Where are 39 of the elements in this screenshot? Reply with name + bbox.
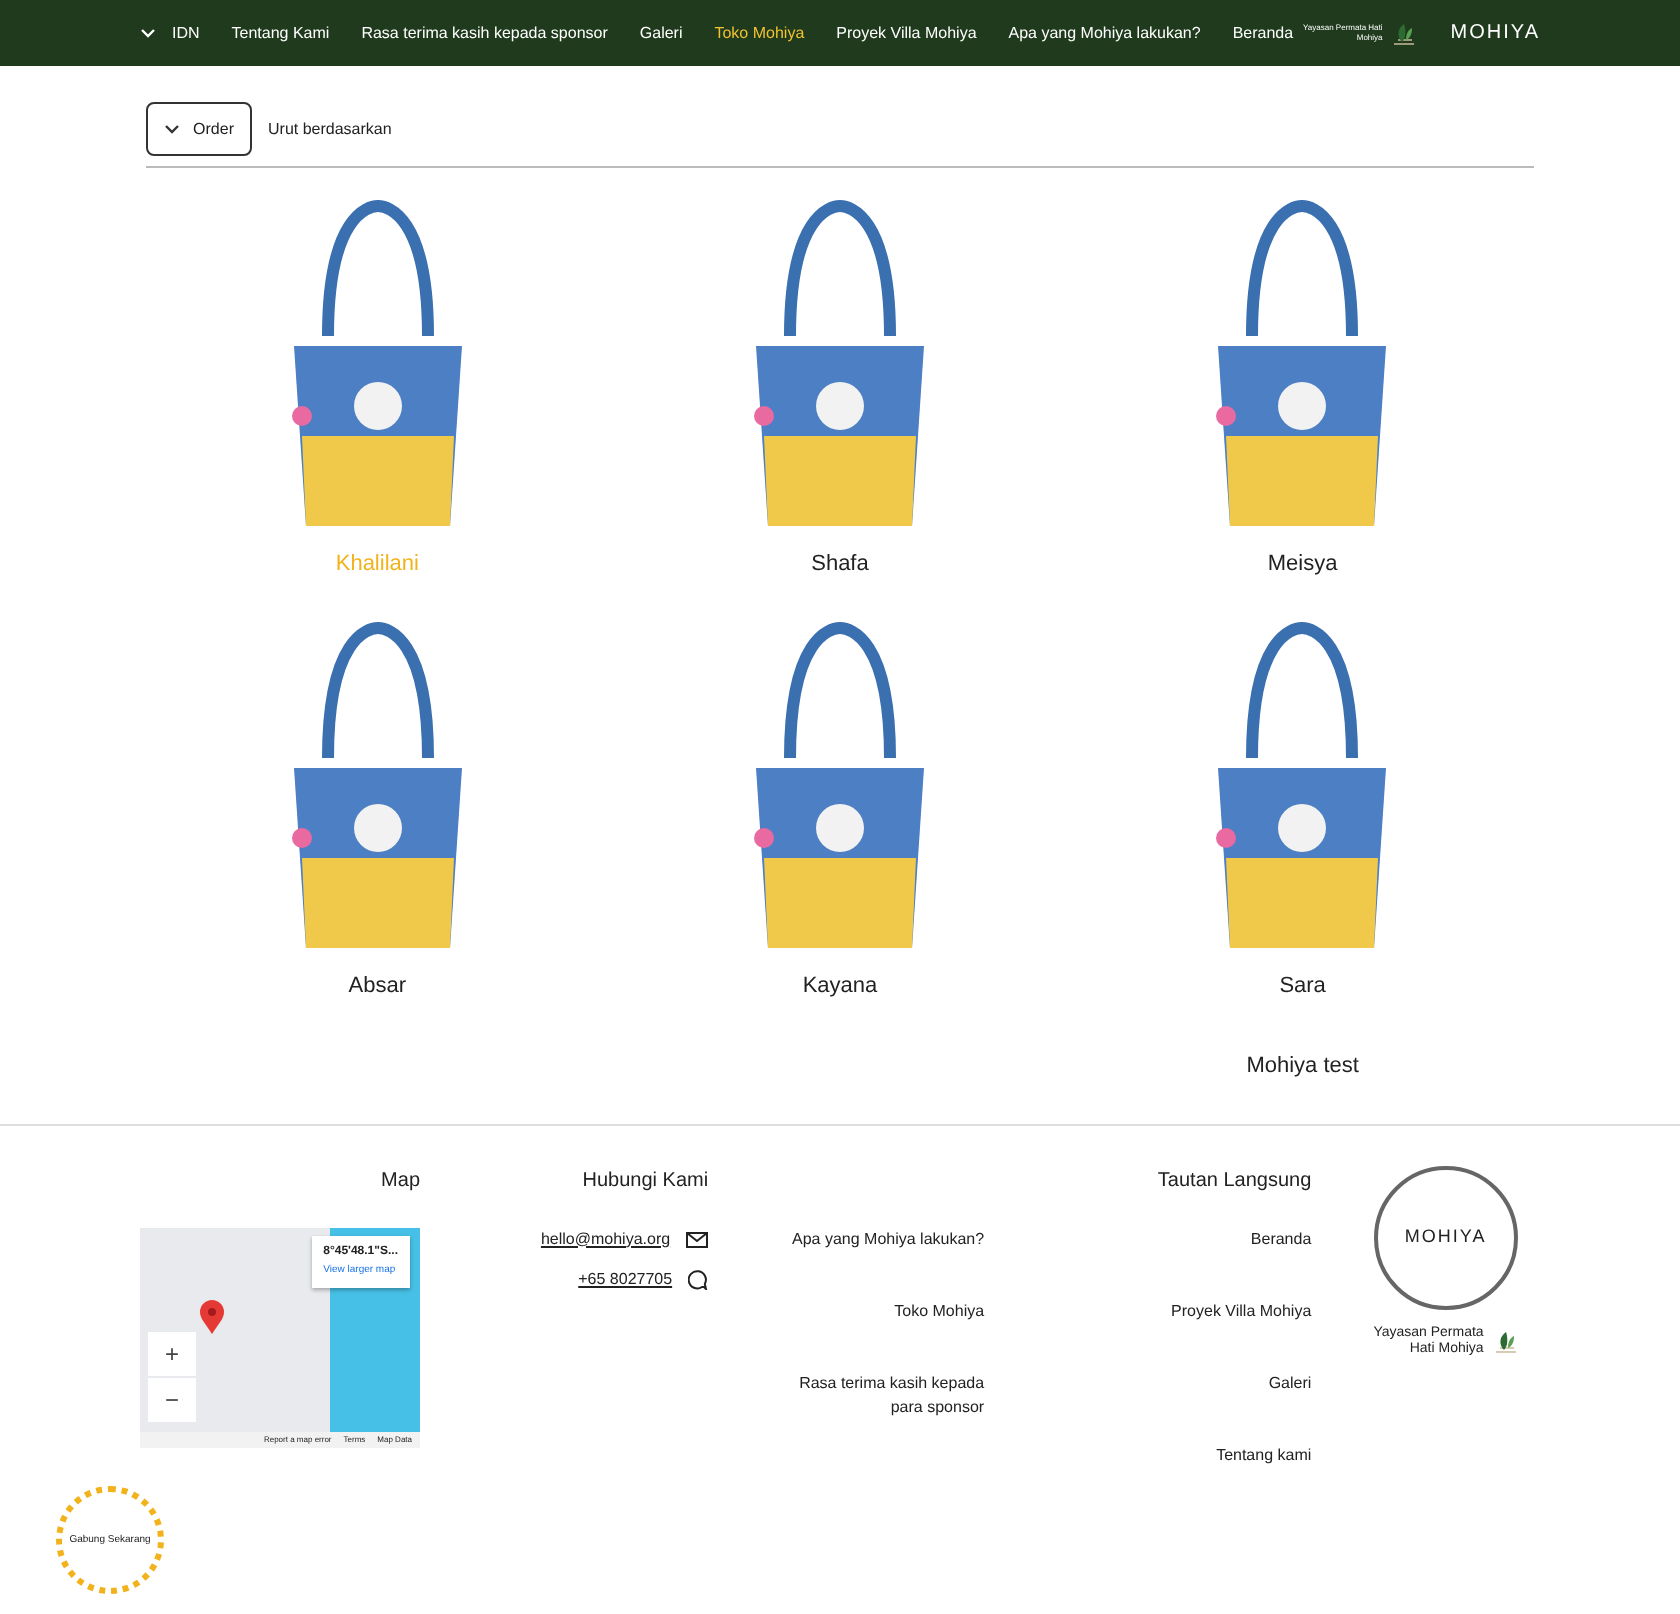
footer-link[interactable]: Proyek Villa Mohiya — [1131, 1299, 1312, 1323]
sort-label: Urut berdasarkan — [268, 117, 392, 141]
footer-link[interactable]: Beranda — [1131, 1227, 1312, 1251]
logo-text[interactable]: MOHIYA — [1450, 18, 1540, 48]
mail-icon — [686, 1231, 709, 1247]
logo-badge[interactable]: MOHIYA — [1373, 1165, 1518, 1309]
phone-link[interactable]: +65 8027705 — [578, 1267, 673, 1291]
footer-link[interactable]: Toko Mohiya — [764, 1299, 985, 1323]
map-pin-icon — [200, 1299, 224, 1335]
footer-link[interactable]: Rasa terima kasih kepada para sponsor — [764, 1371, 985, 1419]
chevron-down-icon — [164, 124, 180, 134]
nav-link[interactable]: Tentang Kami — [231, 21, 330, 45]
nav-link[interactable]: Beranda — [1232, 21, 1294, 45]
nav-link[interactable]: Toko Mohiya — [714, 21, 805, 45]
footer-link[interactable]: Apa yang Mohiya lakukan? — [764, 1227, 985, 1251]
product-name[interactable]: Mohiya test — [1246, 1050, 1359, 1083]
sort-select[interactable]: Order — [146, 102, 252, 156]
email-link[interactable]: hello@mohiya.org — [540, 1227, 671, 1251]
nav-link[interactable]: Rasa terima kasih kepada sponsor — [361, 21, 608, 45]
zoom-out-button[interactable]: − — [148, 1377, 196, 1421]
product-name[interactable]: Shafa — [811, 548, 869, 581]
section-title: Map — [379, 1167, 420, 1195]
chevron-down-icon — [140, 28, 156, 38]
nav-link[interactable]: Apa yang Mohiya lakukan? — [1008, 21, 1201, 45]
product-name[interactable]: Kayana — [802, 969, 878, 1002]
leaf-icon — [1491, 1329, 1520, 1354]
footer-link[interactable]: Tentang kami — [1131, 1443, 1312, 1467]
product-name[interactable]: Meisya — [1267, 548, 1338, 581]
footer-link[interactable]: Galeri — [1131, 1371, 1312, 1395]
language-dropdown[interactable]: IDN — [140, 21, 200, 45]
product-name[interactable]: Absar — [348, 969, 407, 1002]
leaf-icon — [1390, 21, 1419, 45]
nav-link[interactable]: Proyek Villa Mohiya — [836, 21, 977, 45]
product-name[interactable]: Sara — [1279, 969, 1326, 1002]
section-title: Hubungi Kami — [582, 1167, 709, 1195]
zoom-in-button[interactable]: + — [148, 1331, 196, 1375]
section-title: Tautan Langsung — [1157, 1167, 1312, 1195]
chat-bubble-icon — [688, 1269, 709, 1289]
nav-link[interactable]: Galeri — [639, 21, 683, 45]
